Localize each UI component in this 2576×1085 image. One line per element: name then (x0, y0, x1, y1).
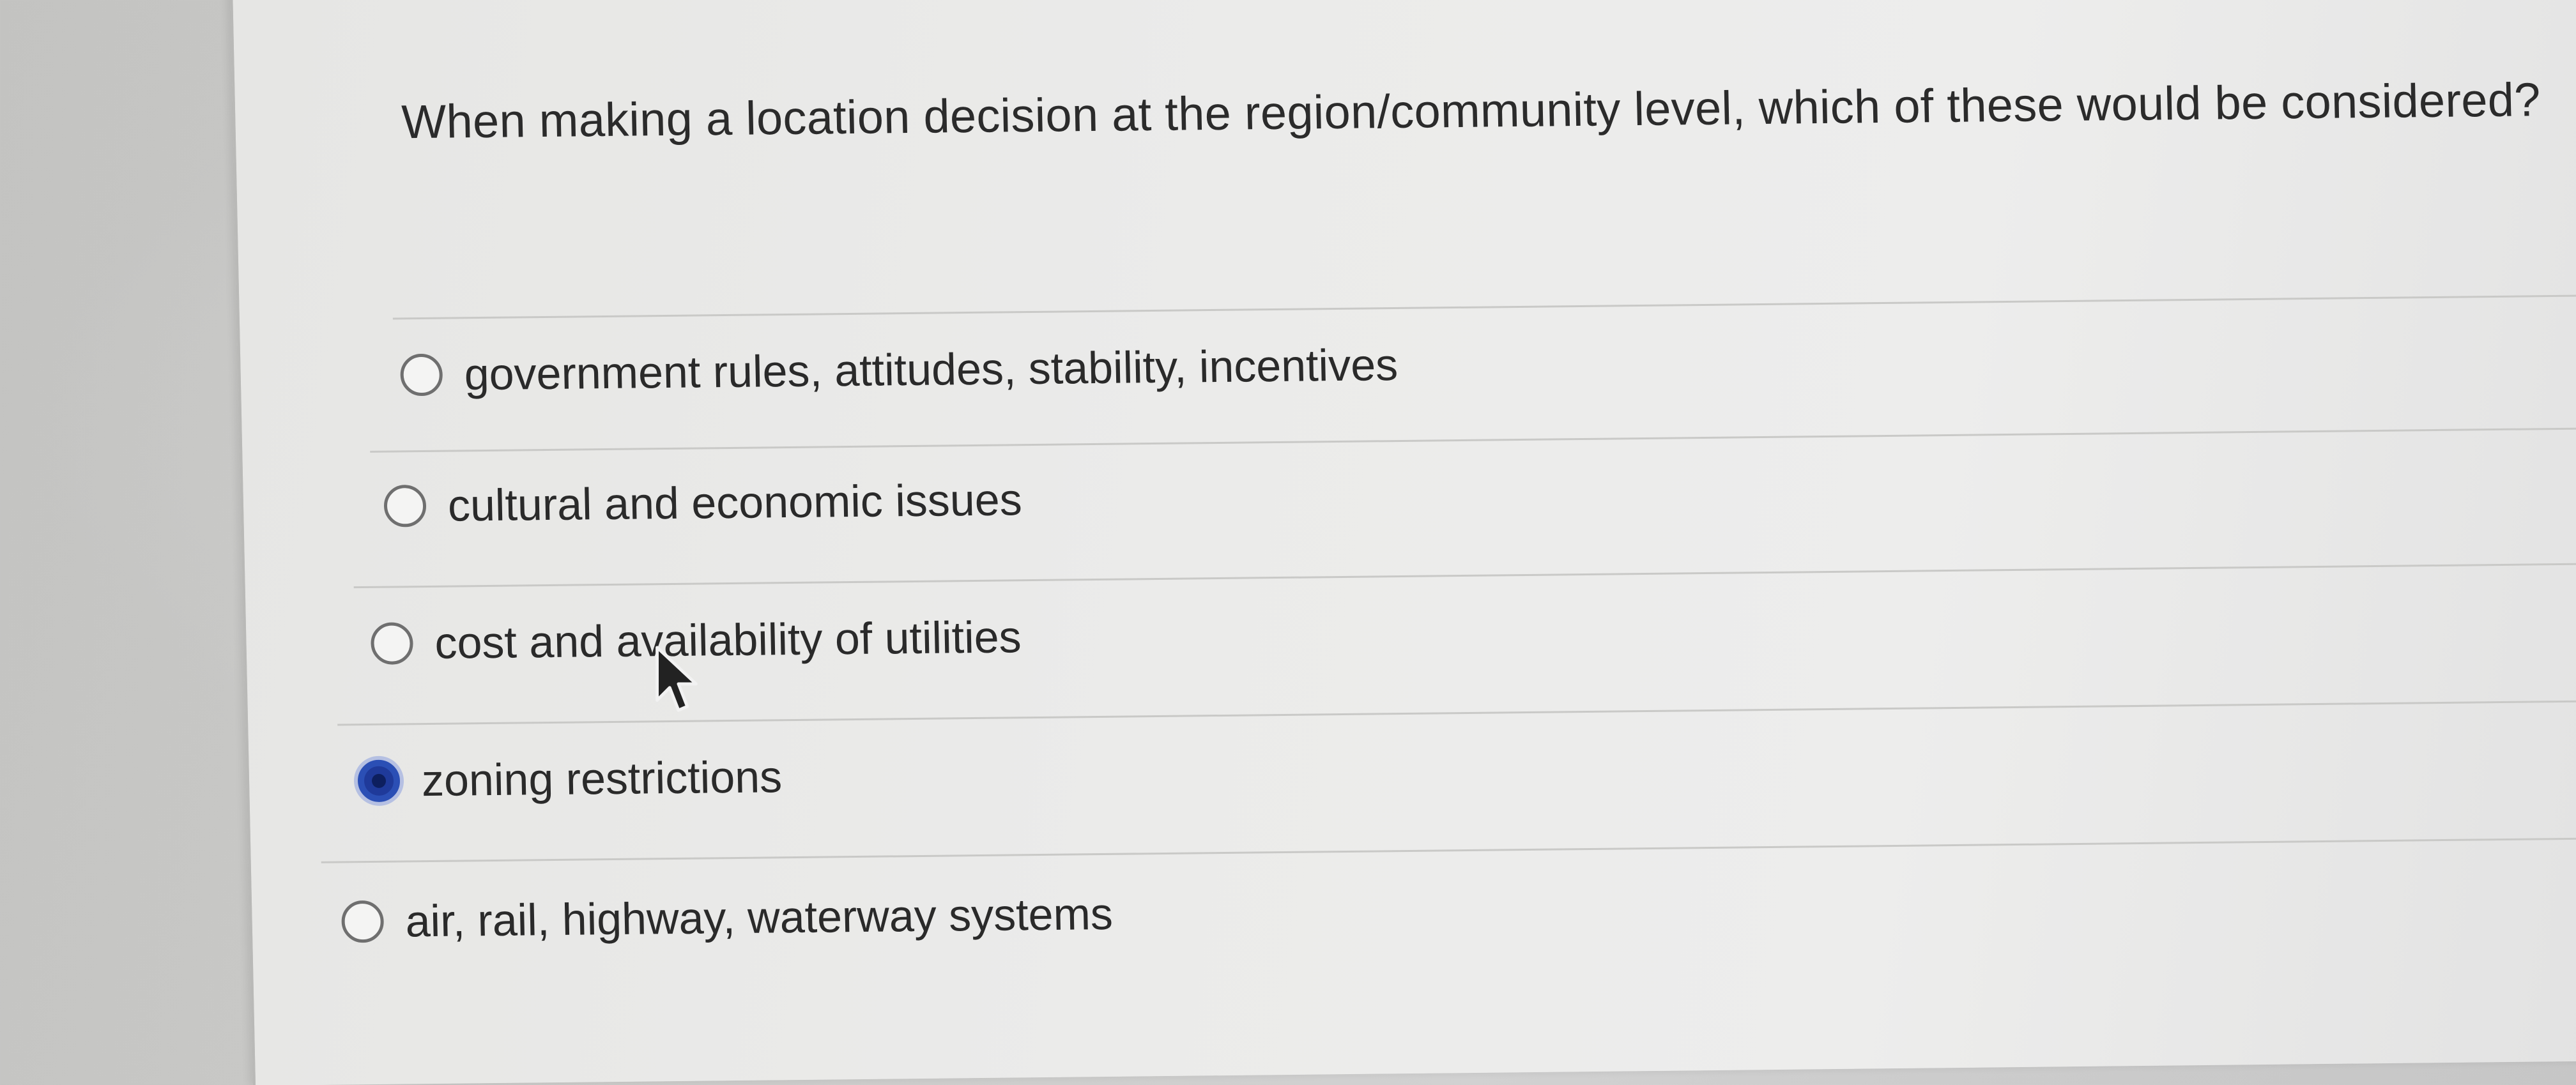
option-transport-systems[interactable]: air, rail, highway, waterway systems (341, 888, 1114, 948)
radio-button[interactable] (383, 484, 427, 527)
mouse-pointer-icon (656, 646, 698, 712)
question-text: When making a location decision at the r… (401, 73, 2542, 149)
divider (321, 837, 2576, 863)
question-card: When making a location decision at the r… (230, 0, 2576, 1085)
radio-button[interactable] (341, 900, 385, 943)
option-zoning-restrictions[interactable]: zoning restrictions (357, 751, 783, 807)
radio-button-selected[interactable] (357, 759, 401, 803)
option-label: air, rail, highway, waterway systems (404, 888, 1114, 946)
option-cultural-economic[interactable]: cultural and economic issues (383, 474, 1022, 531)
option-label: cost and availability of utilities (434, 612, 1022, 668)
radio-button[interactable] (370, 622, 414, 665)
option-label: government rules, attitudes, stability, … (463, 339, 1399, 400)
option-label: cultural and economic issues (447, 474, 1023, 531)
option-government-rules[interactable]: government rules, attitudes, stability, … (400, 339, 1399, 400)
divider (392, 294, 2576, 320)
option-label: zoning restrictions (421, 752, 783, 806)
divider (353, 563, 2576, 589)
radio-button[interactable] (400, 353, 443, 397)
divider (370, 427, 2576, 453)
